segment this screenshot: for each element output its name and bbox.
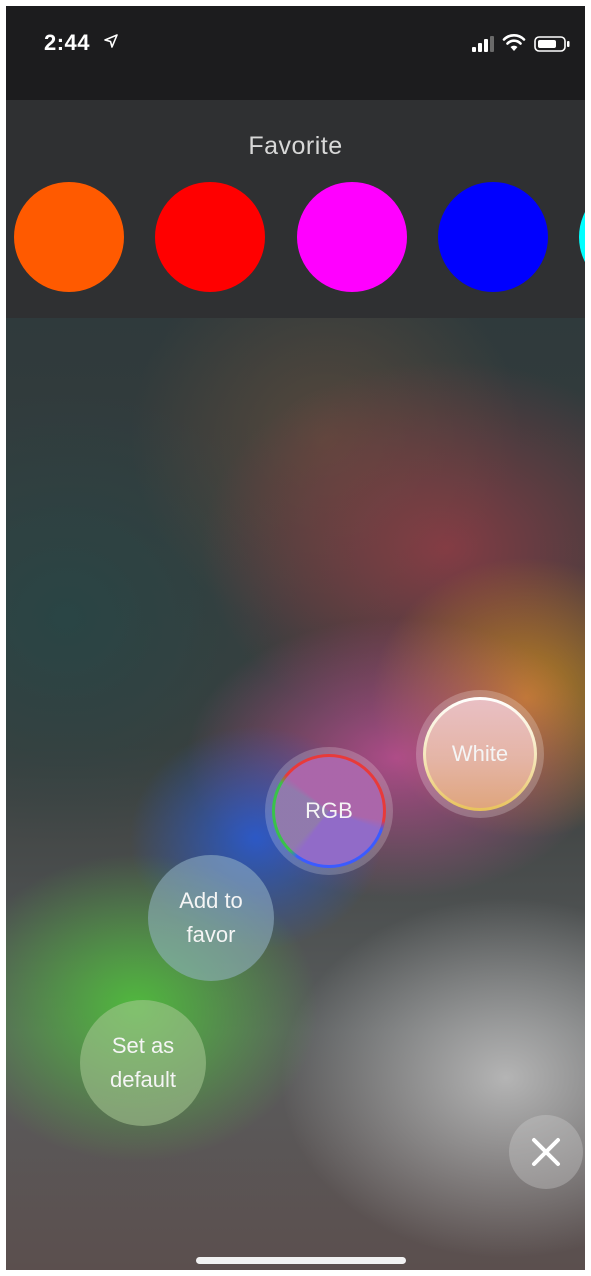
favorite-swatch-cyan[interactable] <box>579 182 585 292</box>
rgb-mode-label: RGB <box>305 798 353 823</box>
close-button[interactable] <box>509 1115 583 1189</box>
favorite-swatch-red[interactable] <box>155 182 265 292</box>
close-icon <box>532 1138 560 1166</box>
add-to-favor-label: Add to favor <box>179 888 243 947</box>
status-time: 2:44 <box>44 30 91 55</box>
wifi-icon <box>502 34 526 51</box>
location-arrow-icon <box>104 34 118 48</box>
phone-screen: 2:44 Favorite White RGB Add to favor Set… <box>6 6 585 1270</box>
cellular-signal-icon <box>472 36 494 52</box>
white-mode-button[interactable]: White <box>416 690 544 818</box>
favorite-swatch-magenta[interactable] <box>297 182 407 292</box>
set-as-default-label: Set as default <box>109 1033 177 1092</box>
battery-icon <box>534 36 570 52</box>
color-wheel-canvas[interactable]: White RGB Add to favor Set as default <box>6 318 585 1270</box>
status-bar: 2:44 <box>6 6 585 100</box>
white-mode-label: White <box>451 741 509 766</box>
favorite-panel: Favorite <box>6 100 585 318</box>
set-as-default-button[interactable]: Set as default <box>80 1000 206 1126</box>
favorite-swatch-orange[interactable] <box>14 182 124 292</box>
home-indicator[interactable] <box>196 1257 406 1264</box>
favorite-title: Favorite <box>248 132 343 160</box>
rgb-mode-button[interactable]: RGB <box>265 747 393 875</box>
favorite-swatch-blue[interactable] <box>438 182 548 292</box>
add-to-favor-button[interactable]: Add to favor <box>148 855 274 981</box>
